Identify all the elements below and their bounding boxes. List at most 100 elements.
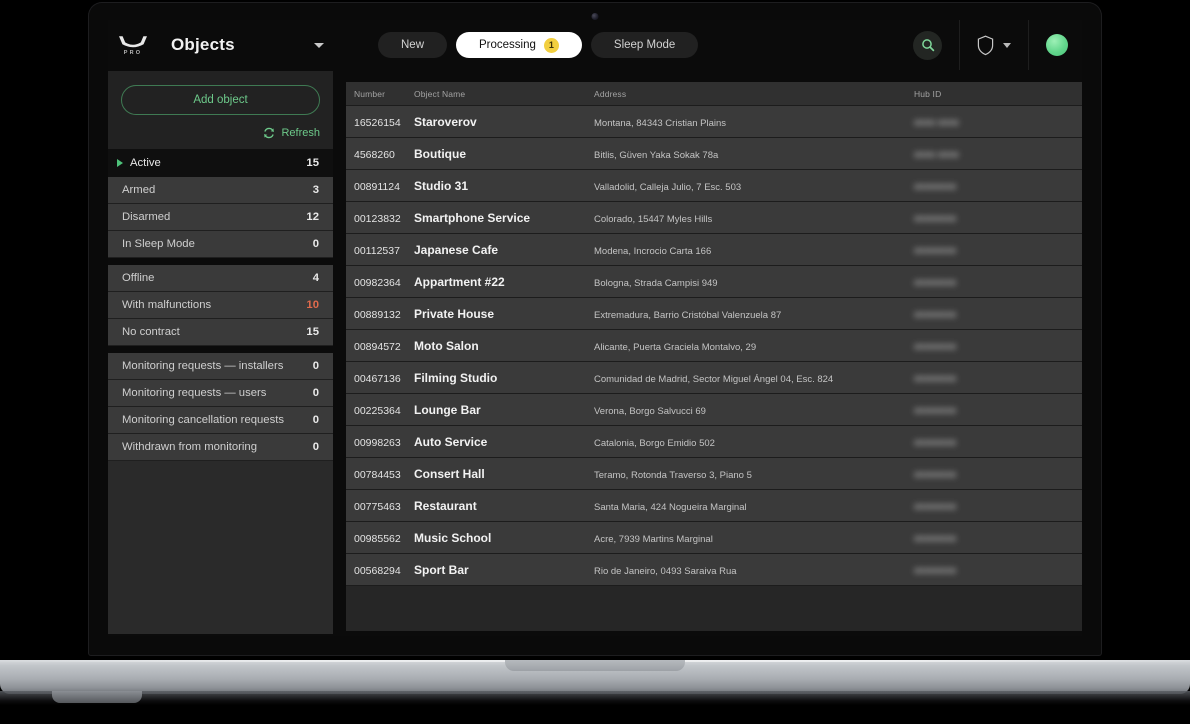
cell-number: 00467136 <box>354 373 401 385</box>
cell-number: 00775463 <box>354 501 401 513</box>
sidebar-actions: Add object Refresh <box>108 71 333 149</box>
cell-address: Bitlis, Güven Yaka Sokak 78a <box>594 150 718 161</box>
wing-logo-icon <box>118 35 148 48</box>
cell-hub-id: 00000000 <box>914 566 956 577</box>
cell-number: 00225364 <box>354 405 401 417</box>
cell-address: Verona, Borgo Salvucci 69 <box>594 406 706 417</box>
refresh-icon <box>263 127 275 139</box>
laptop-foot <box>52 691 142 703</box>
cell-object-name: Auto Service <box>414 435 487 449</box>
sidebar-item-disarmed[interactable]: Disarmed 12 <box>108 204 333 231</box>
cell-hub-id: 0000 0000 <box>914 150 959 161</box>
add-object-button[interactable]: Add object <box>121 85 320 115</box>
cell-hub-id: 00000000 <box>914 438 956 449</box>
sidebar-item-count: 0 <box>313 360 319 372</box>
header-divider <box>959 20 960 70</box>
table-row[interactable]: 00985562 Music School Acre, 7939 Martins… <box>346 522 1082 554</box>
cell-number: 00982364 <box>354 277 401 289</box>
search-cell <box>913 20 942 70</box>
search-button[interactable] <box>913 31 942 60</box>
sidebar-item-no-contract[interactable]: No contract 15 <box>108 319 333 346</box>
table-row[interactable]: 00112537 Japanese Cafe Modena, Incrocio … <box>346 234 1082 266</box>
table-row[interactable]: 00982364 Appartment #22 Bologna, Strada … <box>346 266 1082 298</box>
app-body: Add object Refresh <box>108 70 1082 636</box>
table-row[interactable]: 00775463 Restaurant Santa Maria, 424 Nog… <box>346 490 1082 522</box>
column-header-address: Address <box>594 89 914 99</box>
search-icon <box>921 38 935 52</box>
sidebar-item-count: 15 <box>306 157 319 169</box>
tab-badge-count: 1 <box>544 38 559 53</box>
cell-number: 00112537 <box>354 245 400 257</box>
cell-object-name: Japanese Cafe <box>414 243 498 257</box>
app-logo: PRO <box>113 35 153 56</box>
cell-address: Acre, 7939 Martins Marginal <box>594 534 713 545</box>
cell-object-name: Music School <box>414 531 491 545</box>
table-row[interactable]: 00467136 Filming Studio Comunidad de Mad… <box>346 362 1082 394</box>
sidebar-group-requests: Monitoring requests — installers 0 Monit… <box>108 353 333 461</box>
cell-object-name: Restaurant <box>414 499 477 513</box>
cell-object-name: Studio 31 <box>414 179 468 193</box>
cell-object-name: Sport Bar <box>414 563 469 577</box>
tab-new[interactable]: New <box>378 32 447 58</box>
sidebar-item-monitoring-requests-installers[interactable]: Monitoring requests — installers 0 <box>108 353 333 380</box>
sidebar-item-label: Disarmed <box>122 211 306 223</box>
column-header-hub-id: Hub ID <box>914 89 1082 99</box>
cell-address: Comunidad de Madrid, Sector Miguel Ángel… <box>594 374 833 385</box>
cell-hub-id: 00000000 <box>914 246 956 257</box>
column-header-object-name: Object Name <box>414 89 594 99</box>
cell-object-name: Moto Salon <box>414 339 479 353</box>
table-row[interactable]: 00784453 Consert Hall Teramo, Rotonda Tr… <box>346 458 1082 490</box>
table-row[interactable]: 4568260 Boutique Bitlis, Güven Yaka Soka… <box>346 138 1082 170</box>
table-row[interactable]: 00889132 Private House Extremadura, Barr… <box>346 298 1082 330</box>
table-row[interactable]: 00123832 Smartphone Service Colorado, 15… <box>346 202 1082 234</box>
sidebar-item-active[interactable]: Active 15 <box>108 149 333 177</box>
table-row[interactable]: 16526154 Staroverov Montana, 84343 Crist… <box>346 106 1082 138</box>
sidebar-item-label: Withdrawn from monitoring <box>122 441 313 453</box>
sidebar-divider <box>108 258 333 265</box>
sidebar-item-offline[interactable]: Offline 4 <box>108 265 333 292</box>
cell-number: 00894572 <box>354 341 401 353</box>
sidebar-item-monitoring-requests-users[interactable]: Monitoring requests — users 0 <box>108 380 333 407</box>
sidebar-item-label: Monitoring requests — installers <box>122 360 313 372</box>
table-header-row: Number Object Name Address Hub ID <box>346 82 1082 106</box>
tab-label: New <box>401 39 424 51</box>
cell-hub-id: 00000000 <box>914 406 956 417</box>
table-row[interactable]: 00225364 Lounge Bar Verona, Borgo Salvuc… <box>346 394 1082 426</box>
cell-address: Teramo, Rotonda Traverso 3, Piano 5 <box>594 470 752 481</box>
sidebar-item-monitoring-cancellation-requests[interactable]: Monitoring cancellation requests 0 <box>108 407 333 434</box>
sidebar-item-withdrawn-from-monitoring[interactable]: Withdrawn from monitoring 0 <box>108 434 333 461</box>
table-body: 16526154 Staroverov Montana, 84343 Crist… <box>346 106 1082 631</box>
chevron-down-icon[interactable] <box>314 43 324 48</box>
tab-processing[interactable]: Processing 1 <box>456 32 582 58</box>
sidebar-item-count: 0 <box>313 238 319 250</box>
refresh-label: Refresh <box>281 127 320 139</box>
table-row[interactable]: 00998263 Auto Service Catalonia, Borgo E… <box>346 426 1082 458</box>
cell-address: Bologna, Strada Campisi 949 <box>594 278 718 289</box>
sidebar-item-label: Offline <box>122 272 313 284</box>
page-title: Objects <box>171 35 235 55</box>
sidebar-group-health: Offline 4 With malfunctions 10 No contra… <box>108 265 333 346</box>
sidebar-item-count: 0 <box>313 387 319 399</box>
sidebar-item-count: 12 <box>306 211 319 223</box>
refresh-button[interactable]: Refresh <box>121 127 320 139</box>
brand-area: PRO Objects <box>108 35 340 56</box>
sidebar-item-in-sleep-mode[interactable]: In Sleep Mode 0 <box>108 231 333 258</box>
objects-table-area: Number Object Name Address Hub ID 165261… <box>340 70 1082 636</box>
cell-object-name: Smartphone Service <box>414 211 530 225</box>
cell-object-name: Lounge Bar <box>414 403 481 417</box>
shield-menu[interactable] <box>977 35 1011 56</box>
tab-sleep-mode[interactable]: Sleep Mode <box>591 32 698 58</box>
app-screen: PRO Objects New Processing 1 Sleep Mode <box>108 20 1082 636</box>
cell-hub-id: 00000000 <box>914 374 956 385</box>
avatar[interactable] <box>1046 34 1068 56</box>
table-row[interactable]: 00568294 Sport Bar Rio de Janeiro, 0493 … <box>346 554 1082 586</box>
cell-address: Catalonia, Borgo Emidio 502 <box>594 438 715 449</box>
table-row[interactable]: 00891124 Studio 31 Valladolid, Calleja J… <box>346 170 1082 202</box>
table-row[interactable]: 00894572 Moto Salon Alicante, Puerta Gra… <box>346 330 1082 362</box>
sidebar-item-count: 3 <box>313 184 319 196</box>
cell-number: 00568294 <box>354 565 401 577</box>
sidebar-item-with-malfunctions[interactable]: With malfunctions 10 <box>108 292 333 319</box>
cell-object-name: Consert Hall <box>414 467 485 481</box>
sidebar-item-armed[interactable]: Armed 3 <box>108 177 333 204</box>
cell-number: 00998263 <box>354 437 401 449</box>
